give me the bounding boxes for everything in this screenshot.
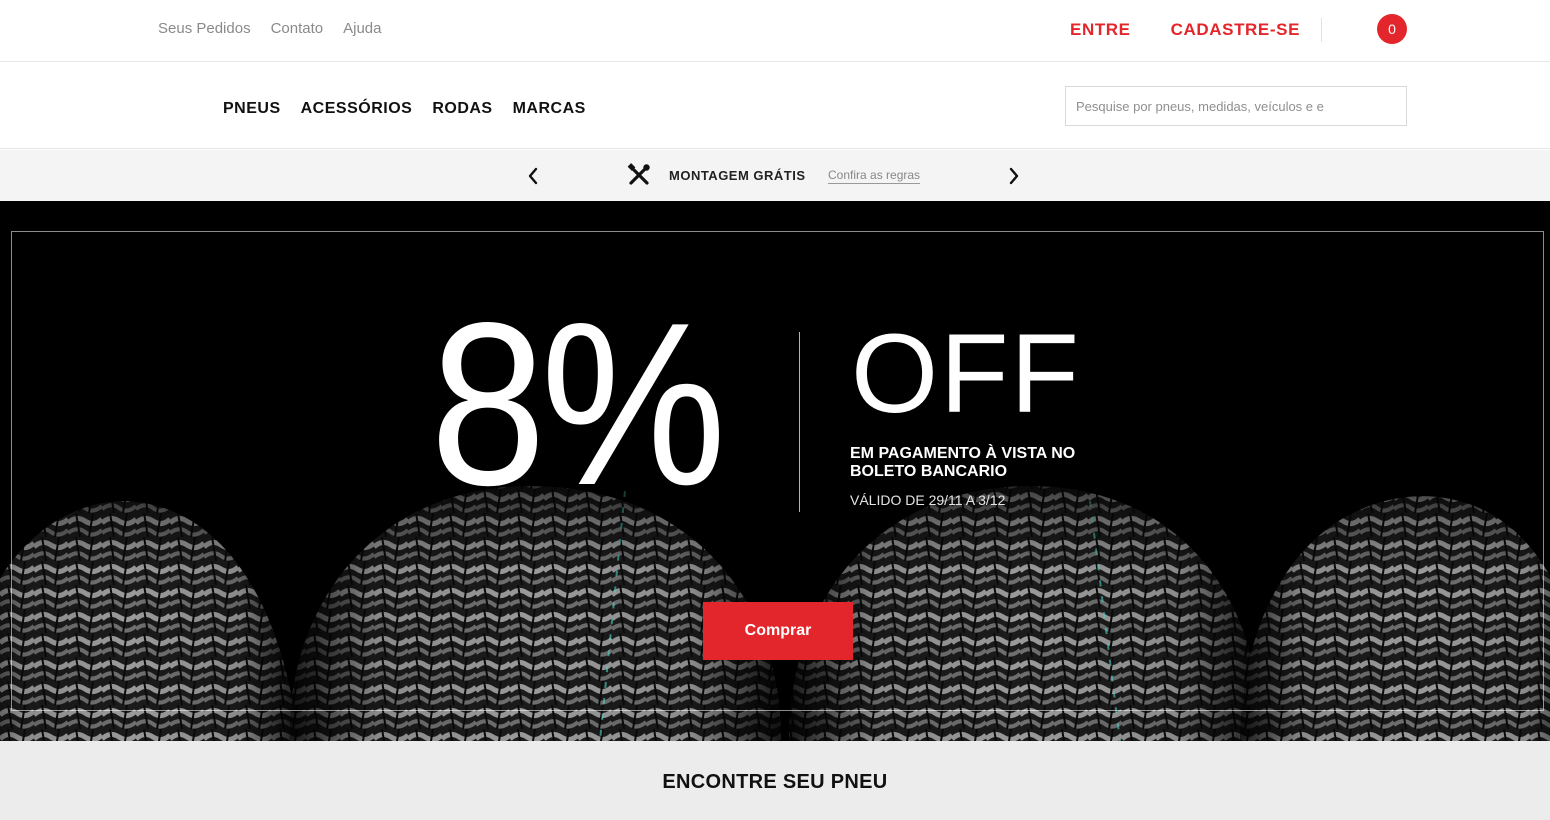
nav-item-pneus[interactable]: PNEUS — [223, 100, 281, 118]
help-link[interactable]: Ajuda — [343, 20, 381, 37]
header-divider — [1321, 18, 1322, 42]
category-menu: PNEUS ACESSÓRIOS RODAS MARCAS — [223, 100, 586, 118]
discount-percentage: 8% — [430, 275, 726, 534]
search-input[interactable] — [1065, 86, 1407, 126]
cart-count-badge[interactable]: 0 — [1377, 14, 1407, 44]
nav-item-acessorios[interactable]: ACESSÓRIOS — [301, 100, 413, 118]
auth-links: ENTRE CADASTRE-SE — [1070, 20, 1300, 40]
contact-link[interactable]: Contato — [271, 20, 324, 37]
top-links: Seus Pedidos Contato Ajuda — [158, 20, 382, 37]
signup-link[interactable]: CADASTRE-SE — [1171, 20, 1300, 40]
tire-finder-title: ENCONTRE SEU PNEU — [662, 771, 888, 793]
promo-title: MONTAGEM GRÁTIS — [669, 168, 806, 183]
promo-rules-link[interactable]: Confira as regras — [828, 168, 921, 184]
top-utility-bar: Seus Pedidos Contato Ajuda ENTRE CADASTR… — [0, 0, 1550, 62]
chevron-right-icon — [1009, 167, 1019, 185]
previous-promo-button[interactable] — [521, 164, 545, 188]
main-navigation: PNEUS ACESSÓRIOS RODAS MARCAS — [0, 63, 1550, 149]
promo-strip: MONTAGEM GRÁTIS Confira as regras — [0, 150, 1550, 201]
login-link[interactable]: ENTRE — [1070, 20, 1131, 40]
payment-condition: EM PAGAMENTO À VISTA NO BOLETO BANCARIO — [850, 445, 1076, 480]
hero-divider — [799, 332, 800, 512]
off-label: OFF — [851, 311, 1081, 436]
nav-item-marcas[interactable]: MARCAS — [513, 100, 586, 118]
validity-period: VÁLIDO DE 29/11 A 3/12 — [850, 492, 1006, 508]
hero-banner: 8% OFF EM PAGAMENTO À VISTA NO BOLETO BA… — [0, 201, 1550, 741]
tire-finder-section: ENCONTRE SEU PNEU — [0, 741, 1550, 820]
nav-item-rodas[interactable]: RODAS — [432, 100, 492, 118]
buy-button[interactable]: Comprar — [703, 602, 853, 660]
orders-link[interactable]: Seus Pedidos — [158, 20, 251, 37]
next-promo-button[interactable] — [1002, 164, 1026, 188]
tools-icon — [627, 163, 650, 185]
chevron-left-icon — [528, 167, 538, 185]
hero-content: 8% OFF EM PAGAMENTO À VISTA NO BOLETO BA… — [0, 201, 1550, 741]
